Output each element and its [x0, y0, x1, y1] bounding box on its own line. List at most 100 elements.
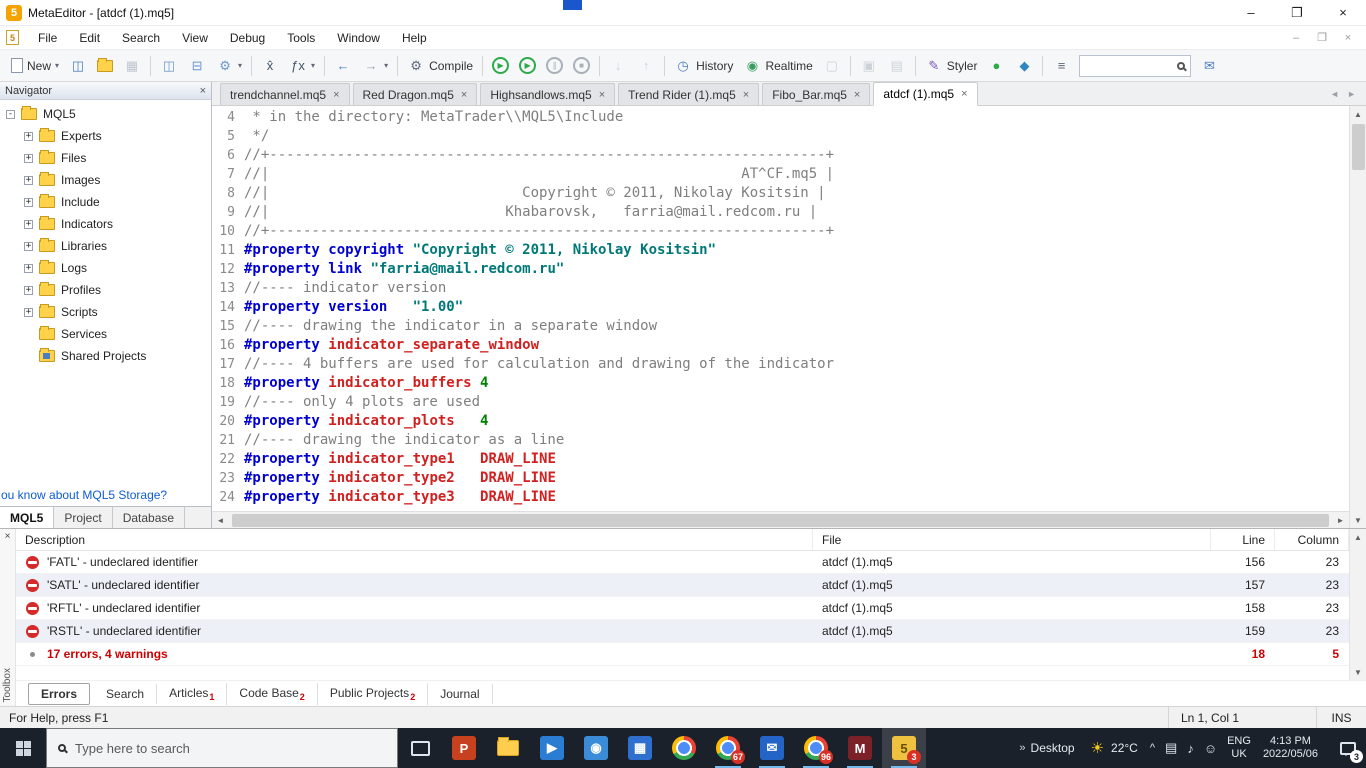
split-horizontal-button[interactable]: ⊟	[183, 54, 211, 78]
menu-search[interactable]: Search	[111, 28, 171, 48]
editor-tab-fibo-bar-mq5[interactable]: Fibo_Bar.mq5×	[762, 83, 870, 105]
vertical-scroll-thumb[interactable]	[1352, 124, 1365, 170]
toolbar-overflow-chevron-icon[interactable]: »	[1019, 742, 1025, 754]
taskbar-search-input[interactable]	[75, 741, 386, 756]
horizontal-scrollbar[interactable]: ◄ ►	[212, 511, 1349, 528]
menu-edit[interactable]: Edit	[68, 28, 111, 48]
close-button[interactable]: ×	[1320, 0, 1366, 25]
toolbox-scroll-down-icon[interactable]: ▼	[1350, 664, 1366, 680]
menu-help[interactable]: Help	[391, 28, 438, 48]
volume-icon[interactable]: ♪	[1187, 741, 1194, 756]
column-header-line[interactable]: Line	[1211, 529, 1275, 550]
new-project-button[interactable]: ◫	[64, 54, 92, 78]
scroll-right-icon[interactable]: ►	[1332, 512, 1349, 528]
menu-window[interactable]: Window	[326, 28, 391, 48]
taskbar-file-explorer[interactable]	[486, 728, 530, 768]
toolbox-scroll-up-icon[interactable]: ▲	[1350, 529, 1366, 545]
new-button[interactable]: New▾	[6, 54, 64, 78]
copy-snippet-button[interactable]: ▣	[855, 54, 883, 78]
split-vertical-button[interactable]: ◫	[155, 54, 183, 78]
toolbox-close-icon[interactable]: ×	[5, 529, 11, 542]
display-icon[interactable]: ▤	[1165, 740, 1177, 756]
tab-scroll-left-icon[interactable]: ◄	[1330, 89, 1339, 99]
error-row[interactable]: 'RFTL' - undeclared identifieratdcf (1).…	[16, 597, 1349, 620]
column-header-description[interactable]: Description	[16, 529, 813, 550]
error-row[interactable]: 'SATL' - undeclared identifieratdcf (1).…	[16, 574, 1349, 597]
tree-item-images[interactable]: +Images	[0, 169, 211, 191]
styler-button[interactable]: ✎Styler	[920, 54, 983, 78]
menu-tools[interactable]: Tools	[276, 28, 326, 48]
start-button[interactable]	[0, 728, 46, 768]
community-button[interactable]: ●	[982, 54, 1010, 78]
scroll-down-icon[interactable]: ▼	[1350, 512, 1366, 528]
navigator-tab-database[interactable]: Database	[113, 507, 185, 528]
navigator-close-icon[interactable]: ×	[200, 85, 206, 97]
mdi-restore-button[interactable]: ❐	[1310, 29, 1334, 47]
editor-tab-trendchannel-mq5[interactable]: trendchannel.mq5×	[220, 83, 350, 105]
navigate-back-button[interactable]: ←	[329, 54, 357, 78]
desktop-toolbar-label[interactable]: Desktop	[1031, 741, 1075, 755]
menu-view[interactable]: View	[171, 28, 219, 48]
vps-button[interactable]: ◆	[1010, 54, 1038, 78]
expand-icon[interactable]: +	[24, 132, 33, 141]
compile-button[interactable]: ⚙Compile	[402, 54, 478, 78]
tab-close-icon[interactable]: ×	[461, 89, 467, 101]
toolbar-search-input[interactable]	[1085, 59, 1173, 73]
tree-item-scripts[interactable]: +Scripts	[0, 301, 211, 323]
send-message-button[interactable]: ✉	[1195, 54, 1223, 78]
taskbar-camera[interactable]: ◉	[574, 728, 618, 768]
menu-debug[interactable]: Debug	[219, 28, 276, 48]
tab-scroll-right-icon[interactable]: ►	[1347, 89, 1356, 99]
hidden-icons-chevron[interactable]: ^	[1150, 742, 1155, 754]
weather-widget[interactable]: ☀ 22°C	[1091, 739, 1138, 757]
taskbar-metatrader[interactable]: M	[838, 728, 882, 768]
auto-checkbox-button[interactable]: ▢	[818, 54, 846, 78]
function-list-button[interactable]: ƒx▾	[284, 54, 320, 78]
navigator-tab-mql5[interactable]: MQL5	[0, 507, 54, 528]
tree-item-services[interactable]: Services	[0, 323, 211, 345]
tree-item-libraries[interactable]: +Libraries	[0, 235, 211, 257]
tree-item-mql5[interactable]: -MQL5	[0, 103, 211, 125]
mdi-minimize-button[interactable]: –	[1284, 29, 1308, 47]
expand-icon[interactable]: +	[24, 286, 33, 295]
expand-icon[interactable]: +	[24, 308, 33, 317]
tab-close-icon[interactable]: ×	[961, 88, 967, 100]
taskbar-search[interactable]	[46, 728, 398, 768]
error-row[interactable]: 'RSTL' - undeclared identifieratdcf (1).…	[16, 620, 1349, 643]
taskbar-chrome[interactable]	[662, 728, 706, 768]
horizontal-scroll-thumb[interactable]	[232, 514, 1329, 527]
start-debug-button[interactable]: ▶	[487, 54, 514, 78]
variable-button[interactable]: x̂	[256, 54, 284, 78]
maximize-button[interactable]: ❐	[1274, 0, 1320, 25]
history-button[interactable]: ◷History	[669, 54, 738, 78]
tab-close-icon[interactable]: ×	[743, 89, 749, 101]
navigate-forward-button[interactable]: →▾	[357, 54, 393, 78]
mql5-storage-link[interactable]: ou know about MQL5 Storage?	[0, 484, 211, 506]
toolbox-tab-search[interactable]: Search	[94, 684, 157, 704]
settings-sliders-button[interactable]: ≡	[1047, 54, 1075, 78]
profiles-button[interactable]: ⚙▾	[211, 54, 247, 78]
tree-item-profiles[interactable]: +Profiles	[0, 279, 211, 301]
start-profiling-button[interactable]: ▶	[514, 54, 541, 78]
tree-item-indicators[interactable]: +Indicators	[0, 213, 211, 235]
clock[interactable]: 4:13 PM 2022/05/06	[1263, 735, 1318, 761]
scroll-left-icon[interactable]: ◄	[212, 512, 229, 528]
people-icon[interactable]: ☺	[1204, 741, 1217, 756]
taskbar-movies-tv[interactable]: ▶	[530, 728, 574, 768]
save-button[interactable]: ▦	[118, 54, 146, 78]
step-down-button[interactable]: ↓	[604, 54, 632, 78]
toolbox-summary-row[interactable]: 17 errors, 4 warnings 18 5	[16, 643, 1349, 666]
column-header-file[interactable]: File	[813, 529, 1211, 550]
tree-item-files[interactable]: +Files	[0, 147, 211, 169]
expand-icon[interactable]: +	[24, 220, 33, 229]
expand-icon[interactable]: +	[24, 264, 33, 273]
expand-icon[interactable]: +	[24, 176, 33, 185]
editor-tab-atdcf-1-mq5[interactable]: atdcf (1).mq5×	[873, 82, 977, 106]
editor-tab-trend-rider-1-mq5[interactable]: Trend Rider (1).mq5×	[618, 83, 759, 105]
paste-snippet-button[interactable]: ▤	[883, 54, 911, 78]
minimize-button[interactable]: –	[1228, 0, 1274, 25]
editor-tab-highsandlows-mq5[interactable]: Highsandlows.mq5×	[480, 83, 615, 105]
step-up-button[interactable]: ↑	[632, 54, 660, 78]
collapse-icon[interactable]: -	[6, 110, 15, 119]
taskbar-task-view[interactable]	[398, 728, 442, 768]
